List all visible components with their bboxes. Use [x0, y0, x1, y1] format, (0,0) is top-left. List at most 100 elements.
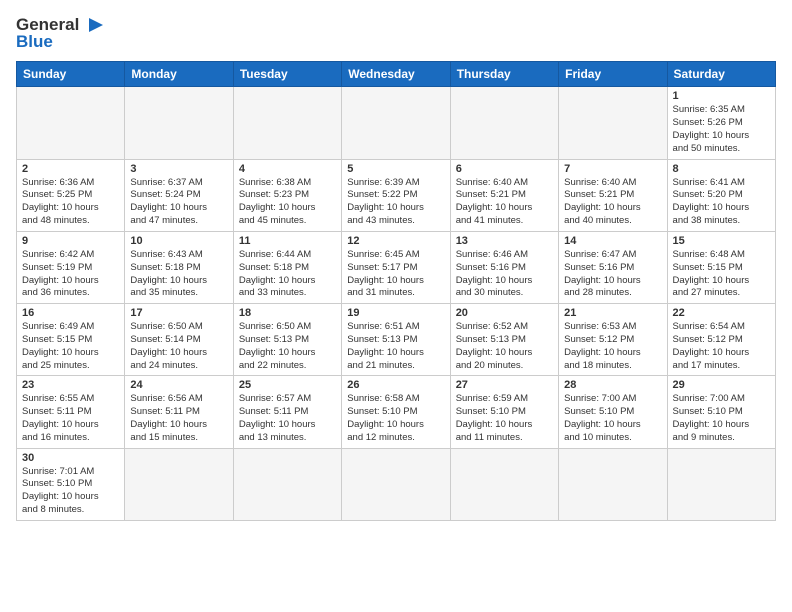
day-info: Sunrise: 6:38 AM Sunset: 5:23 PM Dayligh…	[239, 177, 336, 228]
calendar-cell: 12 Sunrise: 6:45 AM Sunset: 5:17 PM Dayli…	[342, 231, 450, 303]
calendar-cell: 16Sunrise: 6:49 AM Sunset: 5:15 PM Dayli…	[17, 304, 125, 376]
col-header-tuesday: Tuesday	[233, 62, 341, 87]
calendar-week-6: 30 Sunrise: 7:01 AM Sunset: 5:10 PM Dayli…	[17, 448, 776, 520]
calendar-cell	[17, 87, 125, 159]
logo: General Blue	[16, 16, 105, 51]
day-info: Sunrise: 6:43 AM Sunset: 5:18 PM Dayligh…	[130, 249, 227, 300]
day-info: Sunrise: 6:42 AM Sunset: 5:19 PM Dayligh…	[22, 249, 119, 300]
day-number: 14	[564, 235, 661, 247]
day-info: Sunrise: 6:55 AM Sunset: 5:11 PM Dayligh…	[22, 393, 119, 444]
calendar-cell: 8 Sunrise: 6:41 AM Sunset: 5:20 PM Daylig…	[667, 159, 775, 231]
day-number: 15	[673, 235, 770, 247]
calendar-cell	[450, 87, 558, 159]
calendar-week-3: 9Sunrise: 6:42 AM Sunset: 5:19 PM Daylig…	[17, 231, 776, 303]
calendar-cell	[125, 87, 233, 159]
day-number: 16	[22, 307, 119, 319]
calendar-cell: 19 Sunrise: 6:51 AM Sunset: 5:13 PM Dayli…	[342, 304, 450, 376]
calendar-cell: 23 Sunrise: 6:55 AM Sunset: 5:11 PM Dayli…	[17, 376, 125, 448]
calendar-cell: 29 Sunrise: 7:00 AM Sunset: 5:10 PM Dayli…	[667, 376, 775, 448]
col-header-wednesday: Wednesday	[342, 62, 450, 87]
day-info: Sunrise: 6:54 AM Sunset: 5:12 PM Dayligh…	[673, 321, 770, 372]
calendar-week-2: 2Sunrise: 6:36 AM Sunset: 5:25 PM Daylig…	[17, 159, 776, 231]
day-number: 12	[347, 235, 444, 247]
day-info: Sunrise: 6:37 AM Sunset: 5:24 PM Dayligh…	[130, 177, 227, 228]
header: General Blue	[16, 16, 776, 51]
day-info: Sunrise: 6:47 AM Sunset: 5:16 PM Dayligh…	[564, 249, 661, 300]
day-number: 19	[347, 307, 444, 319]
calendar-cell: 10 Sunrise: 6:43 AM Sunset: 5:18 PM Dayli…	[125, 231, 233, 303]
calendar-cell: 28 Sunrise: 7:00 AM Sunset: 5:10 PM Dayli…	[559, 376, 667, 448]
day-info: Sunrise: 6:48 AM Sunset: 5:15 PM Dayligh…	[673, 249, 770, 300]
day-info: Sunrise: 6:39 AM Sunset: 5:22 PM Dayligh…	[347, 177, 444, 228]
calendar-cell: 5 Sunrise: 6:39 AM Sunset: 5:22 PM Daylig…	[342, 159, 450, 231]
day-info: Sunrise: 6:45 AM Sunset: 5:17 PM Dayligh…	[347, 249, 444, 300]
calendar-cell: 14 Sunrise: 6:47 AM Sunset: 5:16 PM Dayli…	[559, 231, 667, 303]
day-info: Sunrise: 6:44 AM Sunset: 5:18 PM Dayligh…	[239, 249, 336, 300]
calendar-cell	[450, 448, 558, 520]
calendar-cell: 2Sunrise: 6:36 AM Sunset: 5:25 PM Daylig…	[17, 159, 125, 231]
day-info: Sunrise: 7:00 AM Sunset: 5:10 PM Dayligh…	[564, 393, 661, 444]
day-info: Sunrise: 6:56 AM Sunset: 5:11 PM Dayligh…	[130, 393, 227, 444]
day-number: 25	[239, 379, 336, 391]
day-number: 30	[22, 452, 119, 464]
logo-blue-text: Blue	[16, 33, 53, 52]
day-info: Sunrise: 7:01 AM Sunset: 5:10 PM Dayligh…	[22, 466, 119, 517]
day-number: 3	[130, 163, 227, 175]
day-info: Sunrise: 6:59 AM Sunset: 5:10 PM Dayligh…	[456, 393, 553, 444]
col-header-monday: Monday	[125, 62, 233, 87]
calendar-cell: 6 Sunrise: 6:40 AM Sunset: 5:21 PM Daylig…	[450, 159, 558, 231]
day-info: Sunrise: 6:40 AM Sunset: 5:21 PM Dayligh…	[456, 177, 553, 228]
day-number: 13	[456, 235, 553, 247]
day-number: 18	[239, 307, 336, 319]
day-number: 1	[673, 90, 770, 102]
calendar-cell	[233, 448, 341, 520]
day-info: Sunrise: 6:50 AM Sunset: 5:13 PM Dayligh…	[239, 321, 336, 372]
calendar-cell	[559, 448, 667, 520]
calendar-cell: 21Sunrise: 6:53 AM Sunset: 5:12 PM Dayli…	[559, 304, 667, 376]
calendar-week-1: 1Sunrise: 6:35 AM Sunset: 5:26 PM Daylig…	[17, 87, 776, 159]
day-info: Sunrise: 6:53 AM Sunset: 5:12 PM Dayligh…	[564, 321, 661, 372]
calendar-cell: 30 Sunrise: 7:01 AM Sunset: 5:10 PM Dayli…	[17, 448, 125, 520]
day-info: Sunrise: 6:58 AM Sunset: 5:10 PM Dayligh…	[347, 393, 444, 444]
calendar-cell: 27 Sunrise: 6:59 AM Sunset: 5:10 PM Dayli…	[450, 376, 558, 448]
calendar-cell: 22Sunrise: 6:54 AM Sunset: 5:12 PM Dayli…	[667, 304, 775, 376]
page: General Blue SundayMondayTuesdayWednesda…	[0, 0, 792, 531]
day-number: 10	[130, 235, 227, 247]
calendar-cell: 24 Sunrise: 6:56 AM Sunset: 5:11 PM Dayli…	[125, 376, 233, 448]
day-number: 23	[22, 379, 119, 391]
day-number: 24	[130, 379, 227, 391]
day-number: 6	[456, 163, 553, 175]
day-number: 8	[673, 163, 770, 175]
calendar-header-row: SundayMondayTuesdayWednesdayThursdayFrid…	[17, 62, 776, 87]
calendar-cell: 11 Sunrise: 6:44 AM Sunset: 5:18 PM Dayli…	[233, 231, 341, 303]
blue-triangle-icon	[83, 16, 105, 34]
day-number: 28	[564, 379, 661, 391]
calendar-cell: 18 Sunrise: 6:50 AM Sunset: 5:13 PM Dayli…	[233, 304, 341, 376]
calendar-cell: 9Sunrise: 6:42 AM Sunset: 5:19 PM Daylig…	[17, 231, 125, 303]
calendar-cell	[125, 448, 233, 520]
day-info: Sunrise: 7:00 AM Sunset: 5:10 PM Dayligh…	[673, 393, 770, 444]
day-info: Sunrise: 6:50 AM Sunset: 5:14 PM Dayligh…	[130, 321, 227, 372]
calendar-cell	[559, 87, 667, 159]
calendar-cell	[233, 87, 341, 159]
day-number: 27	[456, 379, 553, 391]
calendar-cell: 25Sunrise: 6:57 AM Sunset: 5:11 PM Dayli…	[233, 376, 341, 448]
col-header-sunday: Sunday	[17, 62, 125, 87]
day-number: 29	[673, 379, 770, 391]
calendar-cell: 17Sunrise: 6:50 AM Sunset: 5:14 PM Dayli…	[125, 304, 233, 376]
calendar-cell	[342, 448, 450, 520]
day-info: Sunrise: 6:51 AM Sunset: 5:13 PM Dayligh…	[347, 321, 444, 372]
calendar-cell: 26 Sunrise: 6:58 AM Sunset: 5:10 PM Dayli…	[342, 376, 450, 448]
day-number: 11	[239, 235, 336, 247]
day-info: Sunrise: 6:41 AM Sunset: 5:20 PM Dayligh…	[673, 177, 770, 228]
col-header-saturday: Saturday	[667, 62, 775, 87]
day-number: 26	[347, 379, 444, 391]
calendar-cell: 1Sunrise: 6:35 AM Sunset: 5:26 PM Daylig…	[667, 87, 775, 159]
calendar-cell: 4Sunrise: 6:38 AM Sunset: 5:23 PM Daylig…	[233, 159, 341, 231]
calendar-cell	[667, 448, 775, 520]
day-number: 2	[22, 163, 119, 175]
day-number: 5	[347, 163, 444, 175]
calendar-table: SundayMondayTuesdayWednesdayThursdayFrid…	[16, 61, 776, 521]
calendar-week-5: 23 Sunrise: 6:55 AM Sunset: 5:11 PM Dayli…	[17, 376, 776, 448]
calendar-cell: 13Sunrise: 6:46 AM Sunset: 5:16 PM Dayli…	[450, 231, 558, 303]
